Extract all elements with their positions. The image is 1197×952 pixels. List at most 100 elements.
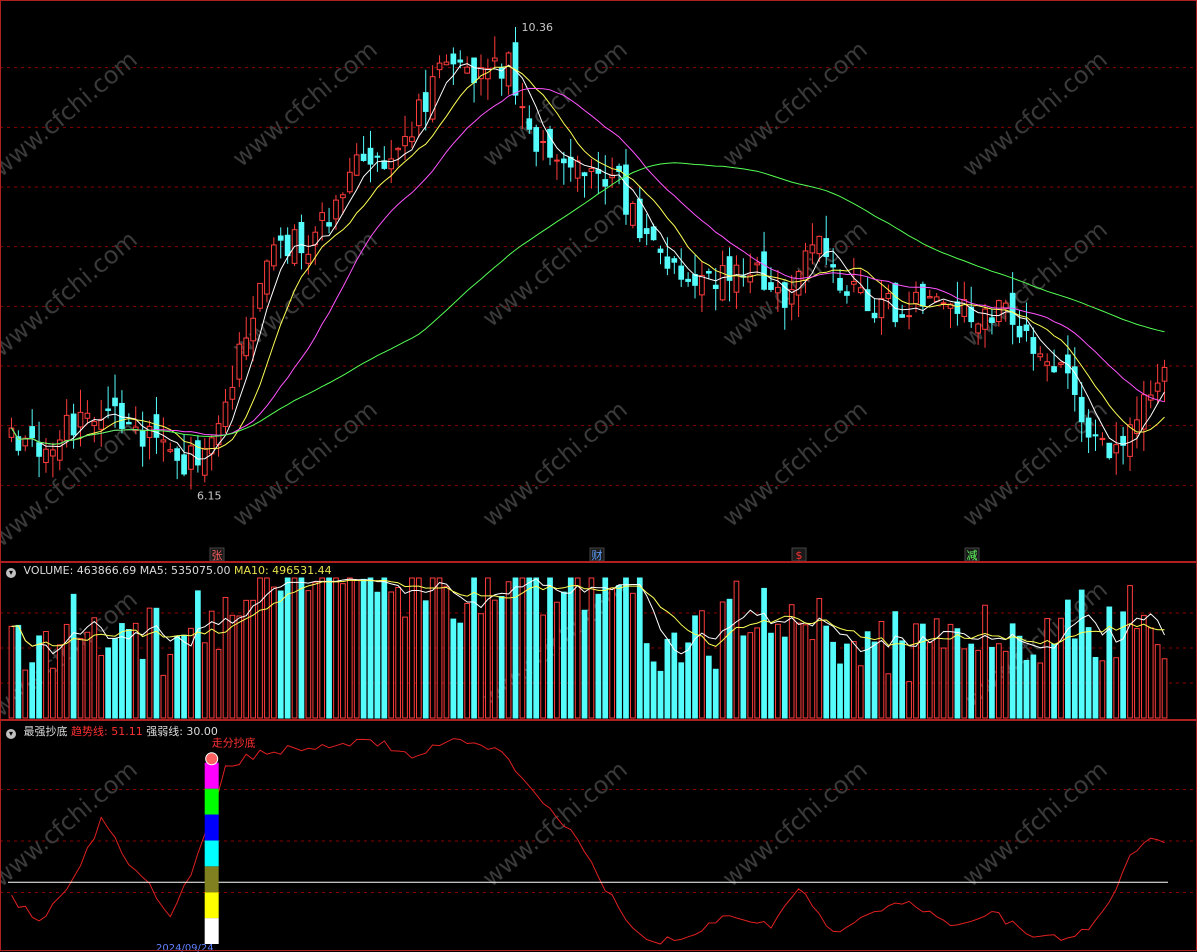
volume-bar bbox=[160, 674, 167, 719]
event-marker[interactable]: $ bbox=[796, 549, 803, 562]
volume-bar bbox=[595, 593, 602, 719]
collapse-indicator-icon[interactable]: ▾ bbox=[6, 729, 16, 739]
candle-body bbox=[1044, 361, 1051, 366]
volume-bar bbox=[712, 668, 719, 719]
volume-bar bbox=[526, 577, 533, 719]
volume-bar bbox=[471, 577, 477, 719]
volume-bar bbox=[381, 577, 388, 719]
candle-body bbox=[1092, 434, 1099, 437]
collapse-volume-icon[interactable]: ▾ bbox=[6, 568, 16, 578]
candle-body bbox=[850, 280, 857, 285]
volume-bar bbox=[975, 649, 981, 719]
watermark-text: www.cfchi.com bbox=[477, 35, 633, 172]
volume-bar bbox=[1044, 618, 1051, 719]
volume-bar bbox=[685, 642, 691, 719]
volume-bar bbox=[588, 577, 595, 719]
candle-body bbox=[457, 59, 464, 63]
volume-bar bbox=[636, 577, 643, 719]
volume-bar bbox=[795, 622, 802, 719]
candle-body bbox=[153, 414, 160, 438]
candle-body bbox=[664, 256, 671, 269]
candle-body bbox=[250, 317, 256, 342]
candle-body bbox=[954, 301, 961, 314]
candle-body bbox=[1058, 362, 1064, 365]
volume-bar bbox=[602, 577, 609, 719]
candle-body bbox=[112, 397, 118, 407]
signal-label: 走分抄底 bbox=[212, 736, 256, 750]
candle-body bbox=[229, 386, 236, 400]
candle-body bbox=[775, 286, 781, 294]
candle-body bbox=[319, 212, 326, 221]
volume-bar bbox=[353, 579, 360, 719]
candle-body bbox=[160, 439, 167, 443]
volume-bar bbox=[547, 577, 553, 719]
watermark: www.cfchi.com www.cfchi.com www.cfchi.com w… bbox=[0, 35, 1113, 892]
watermark-text: www.cfchi.com bbox=[0, 755, 143, 892]
volume-bar bbox=[50, 667, 56, 719]
candle-body bbox=[533, 127, 540, 152]
volume-bar bbox=[1099, 660, 1106, 719]
high-price-label: 10.36 bbox=[522, 21, 554, 34]
watermark-text: www.cfchi.com bbox=[477, 395, 633, 532]
candle-body bbox=[436, 62, 443, 71]
volume-bar bbox=[491, 599, 498, 719]
candle-body bbox=[374, 155, 381, 158]
volume-bar bbox=[775, 623, 781, 719]
volume-bar bbox=[457, 622, 464, 719]
candle-body bbox=[982, 308, 988, 330]
watermark-text: www.cfchi.com bbox=[957, 755, 1113, 892]
event-marker[interactable]: 减 bbox=[967, 549, 978, 562]
watermark-text: www.cfchi.com bbox=[957, 395, 1113, 532]
candle-body bbox=[913, 291, 919, 305]
candle-body bbox=[77, 411, 84, 428]
volume-bar bbox=[422, 600, 429, 719]
volume-bar bbox=[1085, 627, 1092, 719]
volume-bar bbox=[989, 646, 995, 719]
stock-chart: www.cfchi.com www.cfchi.com www.cfchi.com w… bbox=[0, 0, 1197, 952]
volume-bar bbox=[340, 583, 346, 719]
candle-body bbox=[298, 221, 305, 254]
volume-bar bbox=[326, 577, 332, 719]
candle-body bbox=[381, 160, 388, 169]
candle-body bbox=[671, 258, 678, 263]
candle-body bbox=[906, 315, 912, 318]
volume-bar bbox=[56, 644, 63, 719]
candle-body bbox=[857, 287, 864, 294]
candle-body bbox=[222, 401, 229, 428]
volume-bar bbox=[112, 638, 118, 719]
volume-bar bbox=[402, 616, 408, 719]
candle-body bbox=[443, 61, 450, 66]
volume-bar bbox=[181, 634, 187, 719]
candle-body bbox=[491, 57, 498, 62]
candle-body bbox=[388, 158, 395, 170]
candle-body bbox=[712, 284, 719, 290]
watermark-text: www.cfchi.com bbox=[957, 45, 1113, 182]
volume-bar bbox=[968, 643, 975, 719]
volume-bar bbox=[512, 577, 519, 719]
candle-body bbox=[1078, 396, 1085, 423]
ma10-line bbox=[11, 65, 1165, 450]
volume-bar bbox=[132, 622, 139, 719]
volume-bar bbox=[533, 577, 540, 719]
event-marker[interactable]: 财 bbox=[592, 548, 603, 562]
volume-bar bbox=[830, 641, 836, 719]
volume-bar bbox=[250, 599, 256, 719]
volume-bar bbox=[892, 611, 899, 719]
volume-bar bbox=[360, 578, 367, 719]
strength-line-label: 强弱线: 30.00 bbox=[146, 725, 218, 738]
volume-bar bbox=[277, 590, 284, 719]
volume-bar bbox=[1030, 654, 1037, 719]
candle-body bbox=[505, 52, 512, 87]
event-marker[interactable]: 张 bbox=[212, 549, 223, 562]
volume-bar bbox=[1113, 657, 1120, 719]
volume-bar bbox=[657, 670, 664, 719]
volume-bar bbox=[650, 661, 657, 719]
volume-bar bbox=[630, 592, 636, 719]
volume-bar bbox=[1154, 644, 1161, 719]
candle-body bbox=[264, 260, 270, 295]
candle-body bbox=[471, 57, 477, 84]
watermark-text: www.cfchi.com bbox=[717, 35, 873, 172]
candle-body bbox=[98, 418, 105, 430]
candle-body bbox=[809, 244, 816, 254]
volume-bar bbox=[105, 647, 111, 719]
